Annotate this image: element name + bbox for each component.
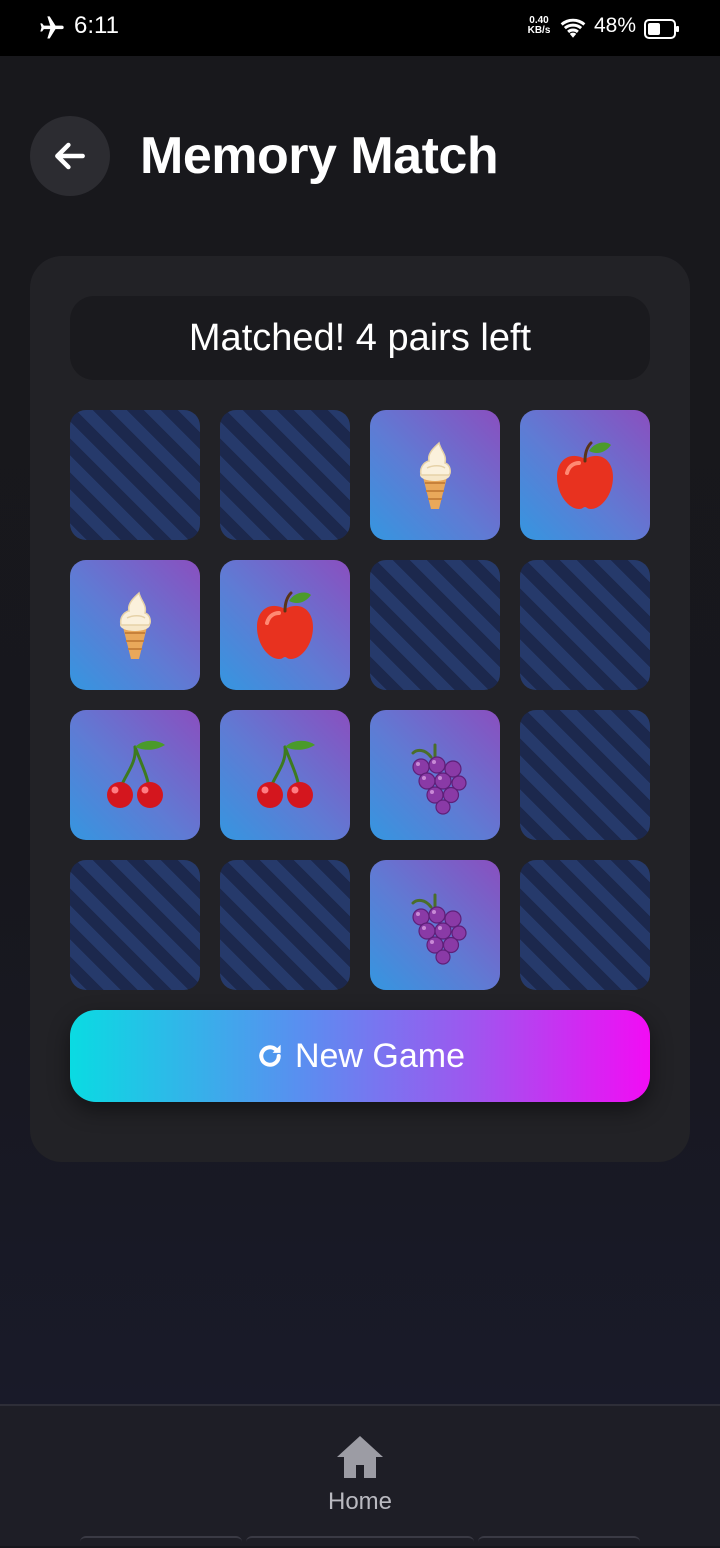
memory-tile-hidden[interactable] (220, 860, 350, 990)
memory-tile-hidden[interactable] (520, 560, 650, 690)
cherries-icon (107, 740, 165, 808)
memory-tile-revealed[interactable] (520, 410, 650, 540)
memory-tile-revealed[interactable] (220, 560, 350, 690)
wifi-icon (560, 18, 586, 38)
apple-icon (557, 441, 613, 509)
new-game-button[interactable]: New Game (70, 1010, 650, 1102)
memory-tile-revealed[interactable] (370, 410, 500, 540)
clock-time: 6:11 (74, 12, 119, 39)
match-status: Matched! 4 pairs left (70, 296, 650, 380)
bottom-nav: Home (0, 1404, 720, 1546)
network-speed: 0.40 KB/s (524, 16, 554, 36)
battery-icon (644, 19, 679, 39)
grapes-icon (411, 743, 467, 815)
apple-icon (257, 591, 313, 659)
ice-cream-icon (419, 441, 451, 509)
memory-tile-hidden[interactable] (520, 860, 650, 990)
page-title: Memory Match (140, 127, 499, 185)
gesture-bar-segment (478, 1536, 640, 1548)
memory-tile-hidden[interactable] (520, 710, 650, 840)
arrow-left-icon (55, 142, 85, 170)
memory-tile-revealed[interactable] (370, 860, 500, 990)
memory-tile-revealed[interactable] (70, 560, 200, 690)
memory-tile-hidden[interactable] (370, 560, 500, 690)
gesture-bar-segment (80, 1536, 242, 1548)
new-game-label: New Game (294, 1036, 466, 1075)
gesture-bar-segment (246, 1536, 474, 1548)
memory-tile-hidden[interactable] (70, 860, 200, 990)
airplane-icon (40, 16, 64, 39)
ice-cream-icon (119, 591, 151, 659)
nav-item-home[interactable]: Home (310, 1434, 410, 1524)
game-card: Matched! 4 pairs left New Game (30, 256, 690, 1162)
memory-tile-revealed[interactable] (220, 710, 350, 840)
home-icon (337, 1436, 383, 1478)
status-bar: 6:11 0.40 KB/s 48% (0, 0, 720, 56)
cherries-icon (257, 740, 315, 808)
battery-percent: 48% (594, 14, 637, 37)
back-button[interactable] (30, 116, 110, 196)
memory-tile-hidden[interactable] (220, 410, 350, 540)
memory-tile-hidden[interactable] (70, 410, 200, 540)
grapes-icon (411, 893, 467, 965)
memory-tile-revealed[interactable] (370, 710, 500, 840)
memory-tile-revealed[interactable] (70, 710, 200, 840)
refresh-icon (259, 1044, 281, 1067)
nav-item-home-label: Home (327, 1488, 393, 1515)
network-speed-unit: KB/s (527, 25, 551, 36)
